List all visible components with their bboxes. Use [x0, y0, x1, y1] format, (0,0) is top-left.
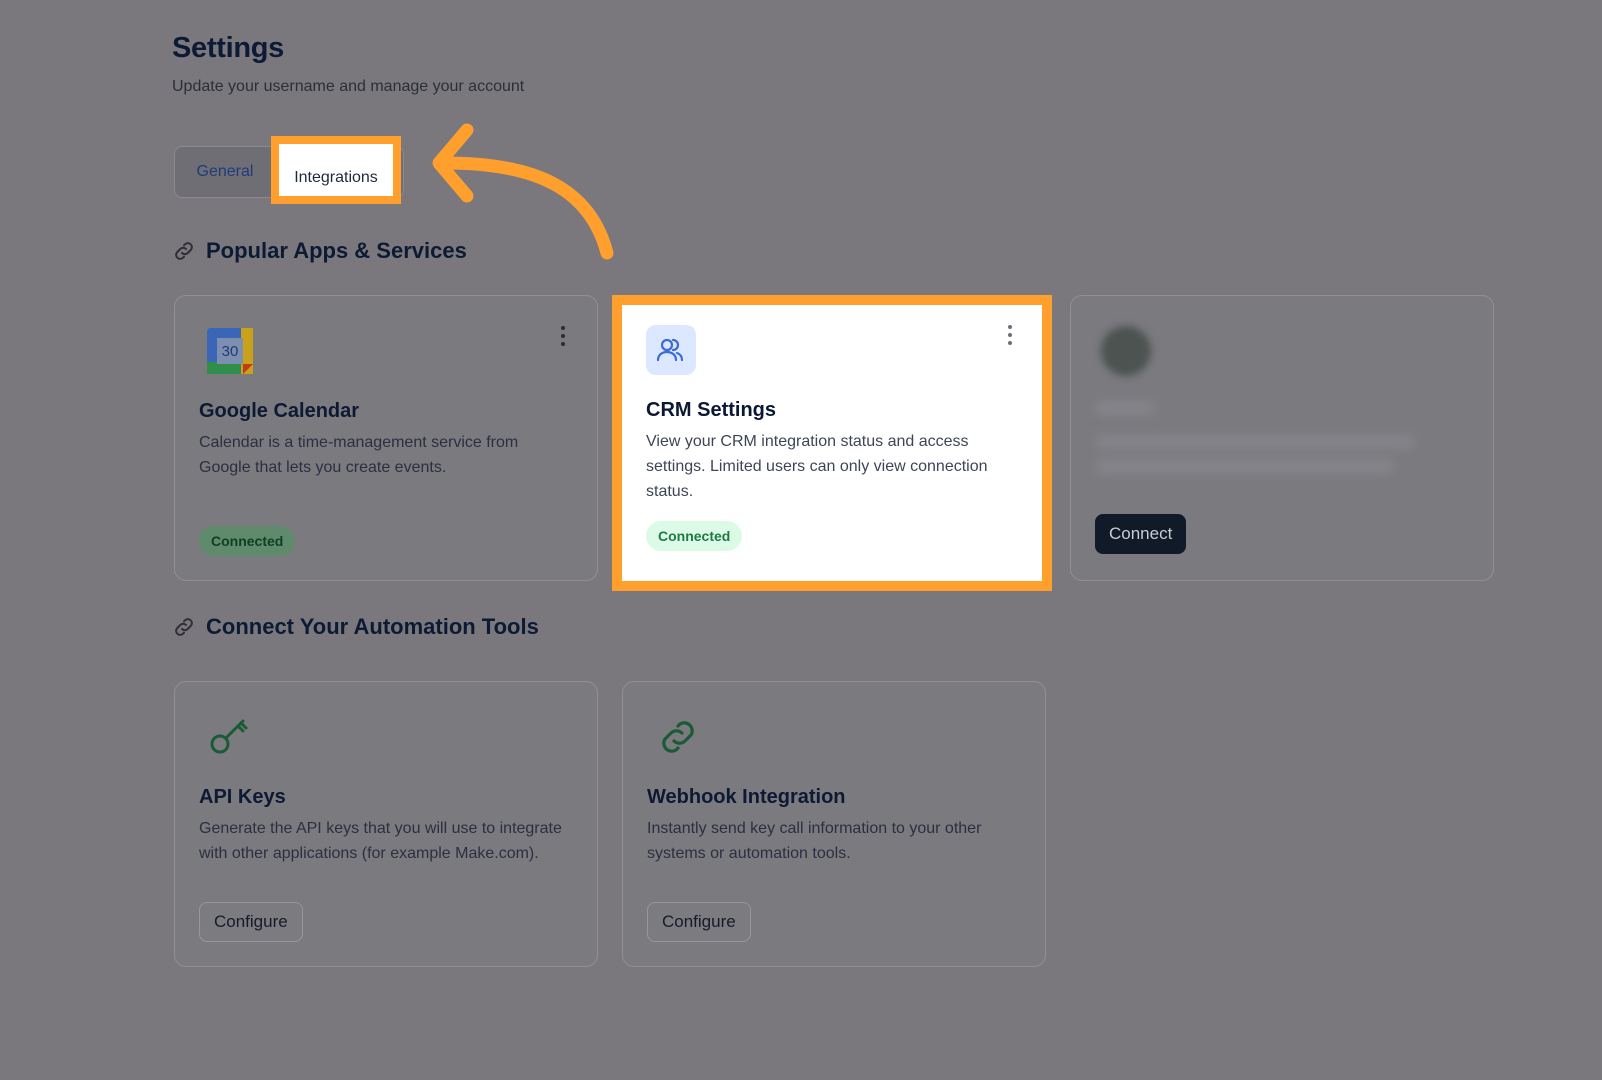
card-title: API Keys	[199, 786, 286, 808]
automation-tools-heading-text: Connect Your Automation Tools	[206, 614, 539, 639]
google-calendar-card: 30 Google Calendar Calendar is a time-ma…	[174, 295, 598, 581]
link-icon	[175, 618, 193, 636]
automation-tools-heading: Connect Your Automation Tools	[172, 614, 539, 640]
configure-button[interactable]: Configure	[647, 902, 751, 942]
status-badge: Connected	[646, 521, 743, 551]
popular-apps-heading: Popular Apps & Services	[172, 238, 467, 264]
card-title: Webhook Integration	[647, 786, 846, 808]
more-options-icon[interactable]	[557, 324, 569, 348]
settings-page: Settings Update your username and manage…	[0, 0, 1602, 1080]
card-description: View your CRM integration status and acc…	[646, 433, 988, 500]
google-calendar-icon: 30	[207, 328, 253, 374]
crm-settings-card[interactable]: CRM Settings View your CRM integration s…	[612, 295, 1052, 591]
calendar-day-text: 30	[222, 343, 239, 360]
card-description: Instantly send key call information to y…	[647, 820, 982, 862]
connect-button[interactable]: Connect	[1095, 514, 1187, 554]
page-title: Settings	[172, 32, 284, 64]
settings-tabs: General Integrations	[174, 136, 404, 204]
tab-general[interactable]: General	[175, 147, 275, 197]
page-subtitle: Update your username and manage your acc…	[172, 78, 525, 95]
card-title: CRM Settings	[646, 399, 776, 421]
annotation-arrow	[432, 123, 614, 260]
status-badge: Connected	[199, 526, 296, 556]
card-title: Google Calendar	[199, 400, 360, 422]
key-icon	[210, 719, 248, 754]
more-options-icon[interactable]	[1004, 323, 1016, 347]
link-icon	[175, 242, 193, 260]
link-icon	[662, 721, 694, 753]
blurred-text	[1095, 434, 1415, 450]
configure-button[interactable]: Configure	[199, 902, 303, 942]
users-icon	[646, 325, 696, 375]
blurred-app-card: Connect	[1070, 295, 1494, 581]
tab-integrations[interactable]: Integrations	[271, 136, 401, 204]
blurred-title	[1095, 400, 1155, 416]
app-logo-icon	[1101, 326, 1151, 376]
api-keys-card: API Keys Generate the API keys that you …	[174, 681, 598, 967]
webhook-integration-card: Webhook Integration Instantly send key c…	[622, 681, 1046, 967]
card-description: Generate the API keys that you will use …	[199, 820, 562, 862]
blurred-text	[1095, 458, 1395, 474]
card-description: Calendar is a time-management service fr…	[199, 434, 519, 476]
